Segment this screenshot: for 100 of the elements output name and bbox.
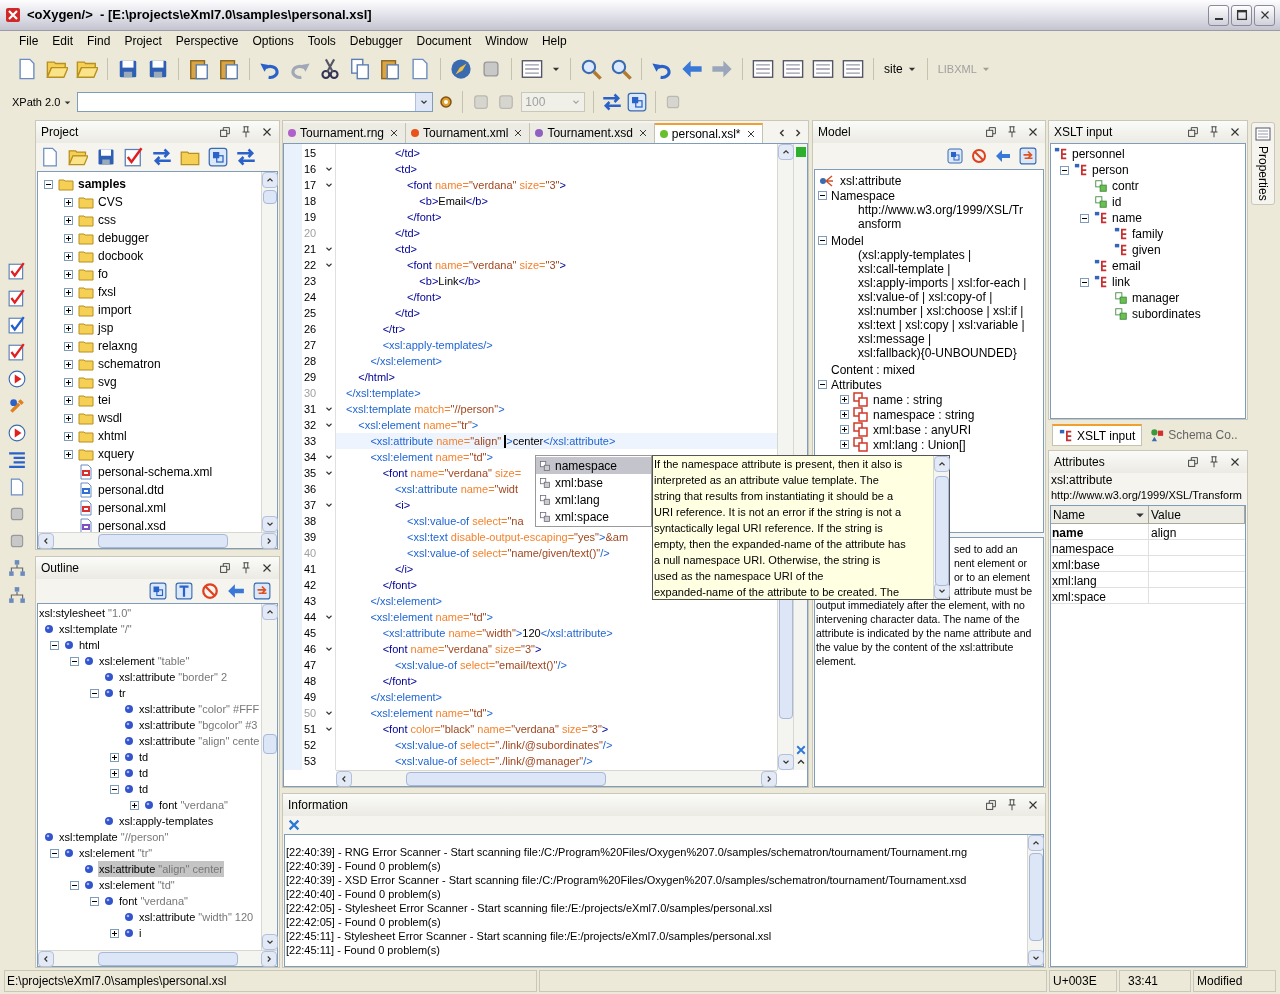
- code-token: "na: [507, 513, 524, 529]
- code-token: />: [557, 657, 567, 673]
- panel-title: Outline: [41, 560, 80, 577]
- line-number: 15: [303, 145, 318, 161]
- code-token: "./link/@subordinates": [495, 737, 603, 753]
- code-token: >: [599, 529, 606, 545]
- code-token: disable-output-escaping=: [449, 529, 575, 545]
- line-number: 23: [303, 273, 318, 289]
- code-token: >: [535, 641, 542, 657]
- code-token: "name/given/text()": [507, 545, 601, 561]
- code-token: "./link/@manager": [495, 753, 584, 769]
- code-token: <xsl:element: [369, 705, 433, 721]
- code-token: <td>: [393, 241, 417, 257]
- code-token: name=: [476, 721, 512, 737]
- line-number: 52: [303, 737, 318, 753]
- tooltip-text: If the namespace attribute is present, then it also is interpreted as an attribute value template. The string that results from instantiating it should be a URI reference. It is not an error if the string is not a syntactically legal URI reference. If the string is empty, then the expanded-name of the attribute has a null namespace URI. Otherwise, the string is used as the namespace URI of the expanded-name of the attribute to be created. The: [653, 457, 907, 599]
- code-token: name=: [459, 481, 495, 497]
- status-state: Modified: [1193, 970, 1276, 992]
- code-token: color=: [409, 721, 441, 737]
- code-token: <xsl:element: [357, 417, 421, 433]
- table-cell: xml:lang: [1051, 572, 1149, 587]
- line-number: 37: [303, 497, 318, 513]
- description-text: nent element or: [954, 557, 1027, 569]
- line-number: 18: [303, 193, 318, 209]
- code-token: name=: [422, 417, 458, 433]
- code-token: </font>: [381, 577, 417, 593]
- code-token: name=: [409, 465, 445, 481]
- code-token: <xsl:template: [346, 401, 412, 417]
- code-token: <font: [381, 641, 408, 657]
- code-token: select=: [471, 545, 508, 561]
- code-token: "verdana": [444, 641, 492, 657]
- line-number: 22: [303, 257, 318, 273]
- code-token: </td>: [393, 305, 420, 321]
- code-token: select=: [459, 753, 496, 769]
- code-token: Link: [438, 273, 459, 289]
- log-line: [22:40:40] - Found 0 problem(s): [286, 887, 442, 901]
- code-token: "verdana": [468, 257, 517, 273]
- code-token: "black": [440, 721, 475, 737]
- namespace-uri: http://www.w3.org/1999/XSL/Transform: [1050, 488, 1243, 503]
- code-token: name=: [434, 449, 470, 465]
- code-token: >: [506, 433, 513, 449]
- code-token: </tr>: [381, 321, 406, 337]
- code-token: "width": [482, 625, 516, 641]
- table-cell: xml:base: [1051, 556, 1149, 571]
- code-token: size=: [518, 177, 546, 193]
- code-token: "3": [587, 721, 602, 737]
- table-cell: namespace: [1051, 540, 1149, 555]
- code-token: name=: [435, 433, 471, 449]
- code-token: &am: [605, 529, 629, 545]
- panel-title: XSLT input: [1054, 124, 1113, 141]
- line-number: 38: [303, 513, 318, 529]
- code-token: "align": [470, 433, 503, 449]
- model-text: http://www.w3.org/1999/XSL/Tr ansform: [858, 203, 1023, 231]
- line-number: 41: [303, 561, 318, 577]
- line-number: 49: [303, 689, 318, 705]
- code-token: </xsl:element>: [369, 689, 442, 705]
- code-token: <b>: [418, 193, 439, 209]
- code-token: "3": [521, 641, 535, 657]
- description-text: sed to add an: [954, 543, 1018, 555]
- code-token: />: [600, 545, 610, 561]
- code-token: center: [512, 433, 544, 449]
- line-number: 24: [303, 289, 318, 305]
- code-token: "//person": [450, 401, 499, 417]
- code-token: Email: [438, 193, 466, 209]
- code-token: <b>: [418, 273, 439, 289]
- model-text: (xsl:apply-templates | xsl:call-template | xsl:apply-imports | xsl:for-each | xsl:value-of | xsl:copy-of | xsl:number | xsl:choose | xsl:if | xsl:text | xsl:copy | xsl:variable | xsl:message | xsl:fallback){0-UNBOUNDED}: [858, 248, 1027, 360]
- line-number: 26: [303, 321, 318, 337]
- code-token: <xsl:element: [369, 609, 433, 625]
- code-token: </font>: [381, 673, 417, 689]
- code-token: <xsl:value-of: [406, 545, 470, 561]
- code-token: <xsl:apply-templates/>: [381, 337, 493, 353]
- code-token: name=: [434, 705, 470, 721]
- log-line: [22:40:39] - RNG Error Scanner - Start scanning file:/C:/Program%20Files/Oxygen%207.0/samples/schematron/tournament/Tournament.rng: [286, 845, 969, 859]
- code-token: "td": [469, 705, 487, 721]
- code-token: <td>: [393, 161, 417, 177]
- line-number: 31: [303, 401, 318, 417]
- log-line: [22:40:39] - Found 0 problem(s): [286, 859, 442, 873]
- status-position: 33:41: [1119, 970, 1191, 992]
- code-token: <xsl:value-of: [393, 737, 457, 753]
- panel-title: Information: [288, 797, 349, 814]
- code-token: <xsl:value-of: [406, 513, 470, 529]
- code-token: size=: [494, 641, 522, 657]
- code-token: >: [486, 705, 493, 721]
- line-number: 28: [303, 353, 318, 369]
- line-number: 39: [303, 529, 318, 545]
- code-token: name=: [447, 625, 483, 641]
- code-token: size=: [494, 465, 522, 481]
- code-token: <xsl:value-of: [393, 753, 457, 769]
- code-token: size=: [560, 721, 588, 737]
- code-token: </font>: [406, 209, 442, 225]
- code-token: "td": [469, 449, 487, 465]
- line-number: 45: [303, 625, 318, 641]
- code-token: <font: [406, 177, 432, 193]
- code-token: <font: [381, 721, 408, 737]
- code-token: </td>: [393, 145, 420, 161]
- window-title: <oXygen/> - [E:\projects\eXml7.0\samples\personal.xsl]: [27, 6, 372, 25]
- code-token: 120: [522, 625, 541, 641]
- code-token: </b>: [458, 273, 481, 289]
- line-number: 16: [303, 161, 318, 177]
- table-cell: name: [1051, 524, 1149, 539]
